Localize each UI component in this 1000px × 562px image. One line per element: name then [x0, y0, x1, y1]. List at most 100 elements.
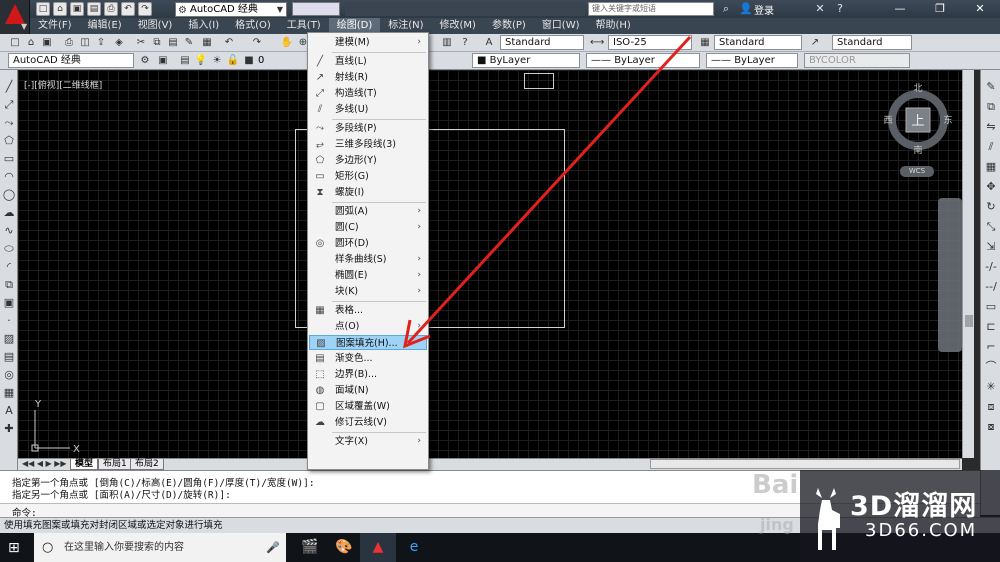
menu-window[interactable]: 窗口(W) — [534, 18, 588, 34]
add-selected-icon[interactable]: ✚ — [2, 422, 16, 436]
table-style-combo[interactable]: Standard — [714, 35, 802, 50]
line-icon[interactable]: ╱ — [2, 80, 16, 94]
draw-menu-item-helix[interactable]: ⧗ 螺旋(I) — [309, 185, 427, 200]
draw-menu-item-donut[interactable]: ◎ 圆环(D) — [309, 236, 427, 251]
open-icon[interactable]: ⌂ — [53, 2, 67, 16]
draworder-back-icon[interactable]: ⧇ — [984, 420, 998, 434]
scroll-thumb[interactable] — [965, 315, 973, 327]
paste-icon[interactable]: ▤ — [166, 36, 180, 50]
make-block-icon[interactable]: ▣ — [2, 296, 16, 310]
menu-file[interactable]: 文件(F) — [30, 18, 80, 34]
help-icon[interactable]: ? — [458, 36, 472, 50]
menu-help[interactable]: 帮助(H) — [588, 18, 639, 34]
publish-icon[interactable]: ⇪ — [94, 36, 108, 50]
polygon-icon[interactable]: ⬠ — [2, 134, 16, 148]
draw-menu-item-region[interactable]: ◍ 面域(N) — [309, 383, 427, 398]
wcs-menu[interactable]: WCS — [900, 166, 934, 177]
draw-menu-item-xline[interactable]: ⤢ 构造线(T) — [309, 86, 427, 101]
menu-parametric[interactable]: 参数(P) — [484, 18, 534, 34]
layer-name[interactable]: 0 — [258, 55, 264, 66]
text-style-combo[interactable]: Standard — [500, 35, 584, 50]
microphone-icon[interactable]: 🎤 — [266, 533, 280, 562]
3dprint-icon[interactable]: ◈ — [112, 36, 126, 50]
taskbar-edge-icon[interactable]: e — [396, 533, 432, 562]
horizontal-scrollbar[interactable] — [650, 459, 960, 469]
array-icon[interactable]: ▦ — [984, 160, 998, 174]
binoculars-icon[interactable]: ⌕ — [718, 1, 734, 17]
tab-nav-arrows[interactable]: ◀◀ ◀ ▶ ▶▶ — [22, 459, 67, 468]
circle-icon[interactable]: ◯ — [2, 188, 16, 202]
workspace-icon[interactable]: ▣ — [156, 54, 170, 68]
point-icon[interactable]: · — [2, 314, 16, 328]
taskbar-autocad-icon[interactable]: ▲ — [360, 533, 396, 562]
draw-menu-item-line[interactable]: ╱ 直线(L) — [309, 54, 427, 69]
preview-icon[interactable]: ◫ — [78, 36, 92, 50]
draw-menu-item-wipeout[interactable]: ▢ 区域覆盖(W) — [309, 399, 427, 414]
spline-icon[interactable]: ∿ — [2, 224, 16, 238]
linetype-combo[interactable]: —— ByLayer — [586, 53, 700, 68]
menu-edit[interactable]: 编辑(E) — [80, 18, 130, 34]
undo-icon[interactable]: ↶ — [222, 36, 236, 50]
explode-icon[interactable]: ✳ — [984, 380, 998, 394]
draw-menu-item-revcloud[interactable]: ☁ 修订云线(V) — [309, 415, 427, 430]
join-icon[interactable]: ⊏ — [984, 320, 998, 334]
scale-icon[interactable]: ⤡ — [984, 220, 998, 234]
matchprop-icon[interactable]: ✎ — [182, 36, 196, 50]
taskbar-search-input[interactable]: ○ 在这里输入你要搜索的内容 🎤 — [34, 533, 286, 562]
blockeditor-icon[interactable]: ▦ — [200, 36, 214, 50]
trim-icon[interactable]: -/- — [984, 260, 998, 274]
menu-insert[interactable]: 插入(I) — [180, 18, 227, 34]
draw-menu-item-spline[interactable]: 样条曲线(S) › — [309, 252, 427, 267]
color-combo[interactable]: ■ ByLayer — [472, 53, 580, 68]
draw-menu-item-ellipse[interactable]: 椭圆(E) › — [309, 268, 427, 283]
menu-format[interactable]: 格式(O) — [227, 18, 279, 34]
save-icon[interactable]: ▣ — [40, 36, 54, 50]
ellipse-icon[interactable]: ⬭ — [2, 242, 16, 256]
exchange-icon[interactable]: ✕ — [812, 1, 828, 17]
fillet-icon[interactable]: ⌒ — [984, 360, 998, 374]
new-icon[interactable]: □ — [36, 2, 50, 16]
xline-icon[interactable]: ⤢ — [2, 98, 16, 112]
table-icon[interactable]: ▦ — [2, 386, 16, 400]
draw-menu-item-polyline[interactable]: ⤳ 多段线(P) — [309, 121, 427, 136]
polyline-icon[interactable]: ⤳ — [2, 116, 16, 130]
erase-icon[interactable]: ✎ — [984, 80, 998, 94]
workspace-switcher[interactable]: ⚙ AutoCAD 经典 ▼ — [175, 2, 287, 17]
copy-icon[interactable]: ⧉ — [150, 36, 164, 50]
tab-layout1[interactable]: 布局1 — [98, 459, 132, 470]
windows-start-icon[interactable]: ⊞ — [8, 540, 20, 556]
redo-icon[interactable]: ↷ — [250, 36, 264, 50]
lineweight-combo[interactable]: —— ByLayer — [706, 53, 798, 68]
tab-layout2[interactable]: 布局2 — [130, 459, 164, 470]
cut-icon[interactable]: ✂ — [134, 36, 148, 50]
draworder-icon[interactable]: ⧈ — [984, 400, 998, 414]
undo-icon[interactable]: ↶ — [121, 2, 135, 16]
viewport-controls[interactable]: [-][俯视][二维线框] — [24, 78, 102, 91]
draw-menu-item-arc[interactable]: 圆弧(A) › — [309, 204, 427, 219]
draw-menu-item-3dpoly[interactable]: ⥂ 三维多段线(3) — [309, 137, 427, 152]
menu-modify[interactable]: 修改(M) — [432, 18, 484, 34]
rotate-icon[interactable]: ↻ — [984, 200, 998, 214]
redo-icon[interactable]: ↷ — [138, 2, 152, 16]
stretch-icon[interactable]: ⇲ — [984, 240, 998, 254]
gear-icon[interactable]: ⚙ — [138, 54, 152, 68]
restore-button[interactable]: ❐ — [920, 0, 960, 18]
plotstyle-combo[interactable]: BYCOLOR — [804, 53, 910, 68]
draw-menu-item-ray[interactable]: ↗ 射线(R) — [309, 70, 427, 85]
insert-block-icon[interactable]: ⧉ — [2, 278, 16, 292]
region-icon[interactable]: ◎ — [2, 368, 16, 382]
workspace-combo[interactable]: AutoCAD 经典 — [8, 53, 134, 68]
user-icon[interactable]: 👤 — [738, 1, 754, 17]
print-icon[interactable]: ⎙ — [104, 2, 118, 16]
draw-menu-item-circle[interactable]: 圆(C) › — [309, 220, 427, 235]
new-icon[interactable]: □ — [8, 36, 22, 50]
gradient-icon[interactable]: ▤ — [2, 350, 16, 364]
mtext-icon[interactable]: A — [2, 404, 16, 418]
menu-view[interactable]: 视图(V) — [130, 18, 181, 34]
draw-menu-item-mline[interactable]: ⫽ 多线(U) — [309, 102, 427, 117]
draw-menu-item-table[interactable]: ▦ 表格... — [309, 303, 427, 318]
draw-menu-item-hatch[interactable]: ▨ 图案填充(H)... — [309, 335, 427, 350]
copy-object-icon[interactable]: ⧉ — [984, 100, 998, 114]
help-icon[interactable]: ? — [832, 1, 848, 17]
dim-style-combo[interactable]: ISO-25 — [608, 35, 692, 50]
